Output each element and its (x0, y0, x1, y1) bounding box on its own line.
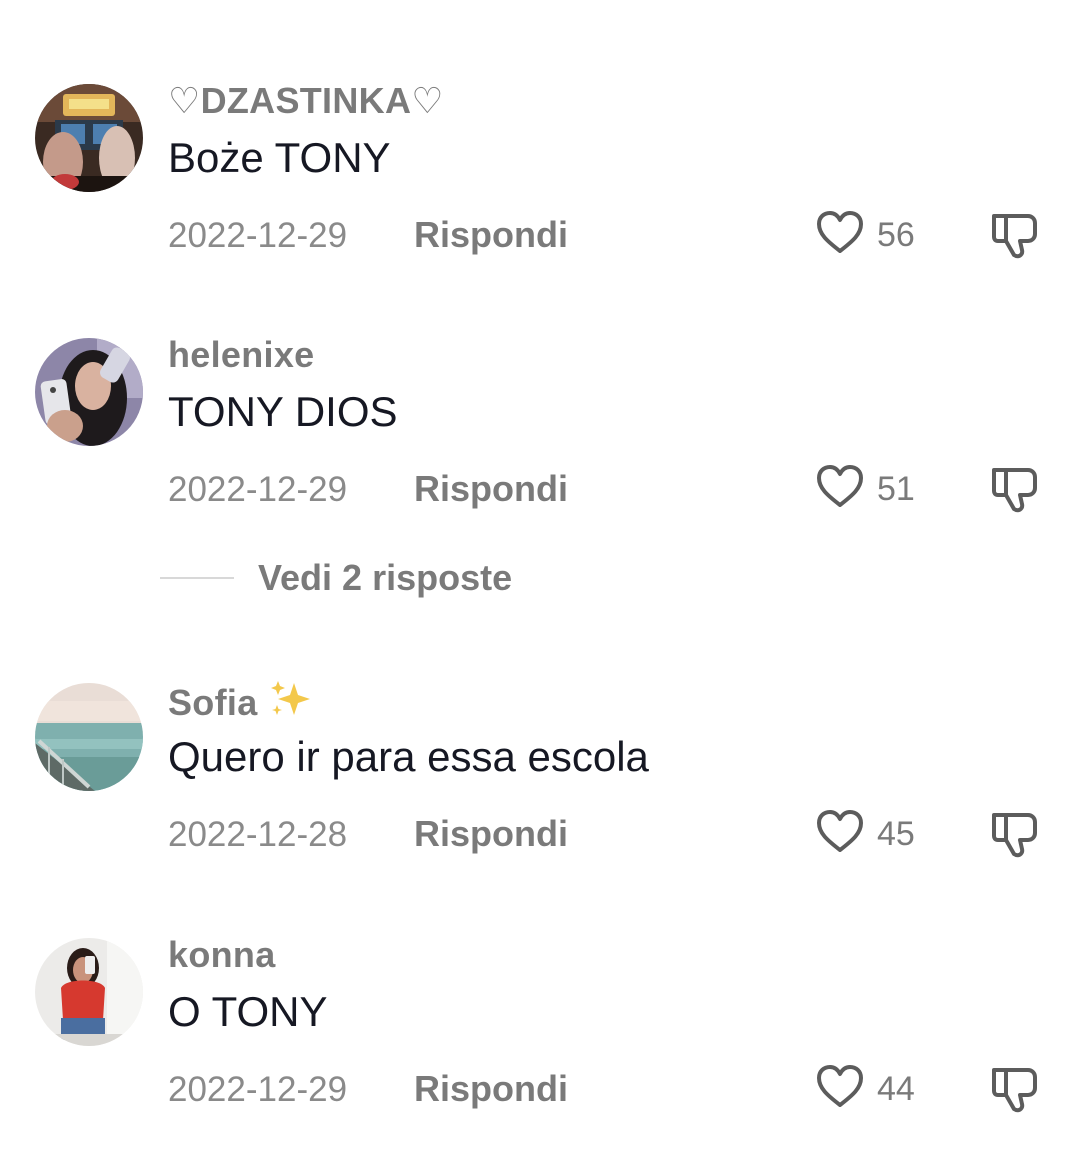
like-button[interactable]: 45 (815, 809, 915, 859)
heart-outline-icon (815, 464, 865, 515)
comment-item: Sofia Quero ir para essa escola 2022-12-… (0, 681, 1079, 883)
username[interactable]: helenixe (168, 334, 314, 376)
comment-item: konna O TONY 2022-12-29 Rispondi 44 (0, 934, 1079, 1138)
username[interactable]: Sofia (168, 679, 314, 728)
reply-button[interactable]: Rispondi (414, 468, 568, 510)
thumbs-down-icon (988, 813, 1040, 863)
avatar[interactable] (35, 338, 143, 446)
thumbs-down-icon (988, 1068, 1040, 1118)
sparkles-icon (268, 679, 314, 728)
like-button[interactable]: 56 (815, 210, 915, 260)
like-count: 44 (877, 1069, 915, 1108)
username[interactable]: konna (168, 934, 276, 976)
comment-date: 2022-12-29 (168, 1070, 348, 1109)
dislike-button[interactable] (988, 464, 1040, 514)
avatar[interactable] (35, 938, 143, 1046)
heart-outline-icon (815, 809, 865, 860)
username[interactable]: ♡DZASTINKA♡ (168, 80, 444, 122)
comment-text: Quero ir para essa escola (168, 733, 649, 780)
comment-date: 2022-12-28 (168, 815, 348, 854)
comment-item: helenixe TONY DIOS 2022-12-29 Rispondi 5… (0, 334, 1079, 538)
avatar[interactable] (35, 84, 143, 192)
comment-text: O TONY (168, 988, 328, 1035)
like-button[interactable]: 51 (815, 464, 915, 514)
username-text: Sofia (168, 682, 258, 723)
avatar[interactable] (35, 683, 143, 791)
comment-text: TONY DIOS (168, 388, 398, 435)
view-replies-label: Vedi 2 risposte (258, 557, 513, 598)
comments-screen: { "comments": [ { "username": "♡DZASTINK… (0, 0, 1079, 1165)
reply-button[interactable]: Rispondi (414, 214, 568, 256)
dislike-button[interactable] (988, 809, 1040, 859)
comment-item: ♡DZASTINKA♡ Boże TONY 2022-12-29 Rispond… (0, 80, 1079, 284)
view-replies-button[interactable]: Vedi 2 risposte (160, 556, 512, 600)
thumbs-down-icon (988, 214, 1040, 264)
heart-outline-icon (815, 1064, 865, 1115)
like-count: 45 (877, 814, 915, 853)
dislike-button[interactable] (988, 210, 1040, 260)
comment-text: Boże TONY (168, 134, 391, 181)
reply-button[interactable]: Rispondi (414, 1068, 568, 1110)
reply-button[interactable]: Rispondi (414, 813, 568, 855)
like-count: 51 (877, 469, 915, 508)
like-count: 56 (877, 215, 915, 254)
thumbs-down-icon (988, 468, 1040, 518)
divider-line (160, 577, 234, 579)
heart-outline-icon (815, 210, 865, 261)
comment-date: 2022-12-29 (168, 470, 348, 509)
dislike-button[interactable] (988, 1064, 1040, 1114)
comment-date: 2022-12-29 (168, 216, 348, 255)
like-button[interactable]: 44 (815, 1064, 915, 1114)
